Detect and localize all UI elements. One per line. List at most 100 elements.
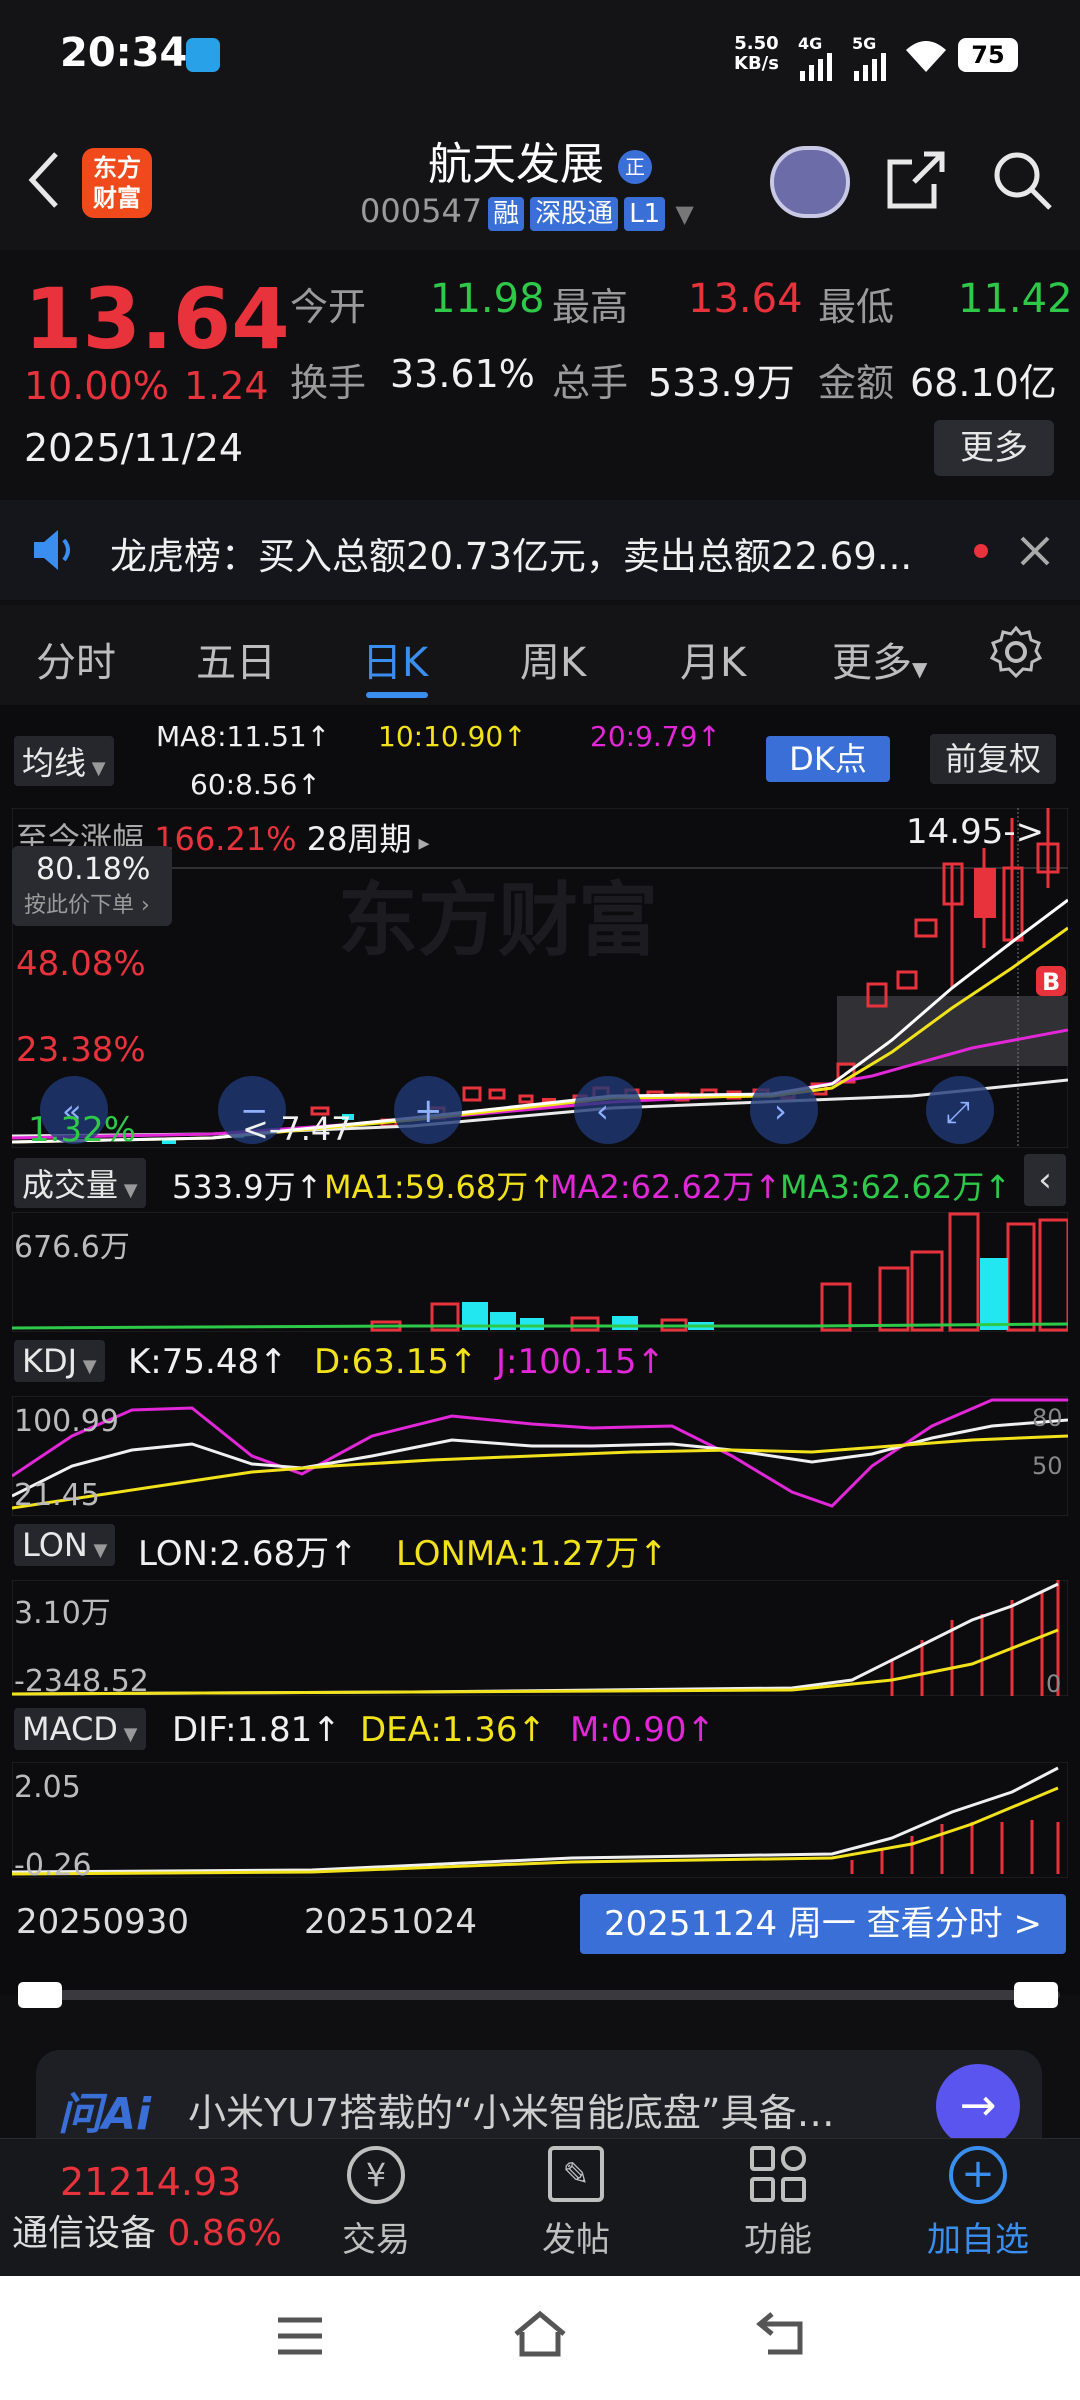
tooltip-hint-label: 按此价下单	[24, 893, 135, 918]
amount-value: 68.10亿	[910, 361, 1057, 405]
tab-five-day[interactable]: 五日	[196, 630, 276, 688]
edit-icon: ✎	[548, 2146, 604, 2202]
volume-axis-top: 676.6万	[14, 1230, 130, 1265]
kdj-ref-80: 80	[1032, 1404, 1063, 1432]
news-text[interactable]: 龙虎榜：买入总额20.73亿元，卖出总额22.69...	[110, 526, 940, 580]
stock-code-line[interactable]: 000547 融深股通 L1 ▼	[360, 192, 694, 231]
chevron-right-icon: ▸	[411, 831, 430, 856]
caret-down-icon: ▼	[77, 1356, 97, 1377]
ai-send-button[interactable]: →	[936, 2064, 1020, 2148]
badge-icon: 正	[618, 150, 652, 184]
gear-icon[interactable]	[988, 624, 1044, 680]
caret-down-icon: ▼	[86, 758, 106, 779]
pct-level-1: 1.32%	[28, 1110, 137, 1150]
tag-connect: 深股通	[530, 197, 619, 231]
nav-trade[interactable]: ¥ 交易	[296, 2146, 456, 2261]
volume-ma1: MA1:59.68万↑	[324, 1168, 556, 1206]
turnover-value: 33.61%	[390, 352, 535, 396]
more-button[interactable]: 更多	[934, 420, 1054, 476]
kdj-k: K:75.48↑	[128, 1342, 288, 1382]
kdj-j: J:100.15↑	[496, 1342, 665, 1382]
tag-margin: 融	[488, 197, 525, 231]
home-icon[interactable]	[510, 2308, 570, 2360]
tab-daily-k[interactable]: 日K	[362, 630, 428, 688]
open-label: 今开	[290, 285, 367, 329]
macd-chart	[12, 1762, 1068, 1878]
high-marker: 14.95->	[906, 812, 1045, 852]
high-value: 13.64	[688, 276, 803, 322]
nav-post[interactable]: ✎ 发帖	[496, 2146, 656, 2261]
tab-intraday[interactable]: 分时	[36, 630, 116, 688]
stock-name: 航天发展	[428, 139, 604, 190]
nav-add-watchlist-label: 加自选	[927, 2220, 1029, 2260]
view-intraday-button[interactable]: 20251124 周一 查看分时 >	[580, 1894, 1066, 1954]
ma-dropdown-label: 均线	[22, 744, 87, 782]
robot-assistant-icon[interactable]	[770, 146, 850, 218]
status-time: 20:34	[60, 30, 188, 76]
nav-functions-label: 功能	[744, 2220, 812, 2260]
active-tab-indicator	[366, 692, 428, 698]
volume-value: 533.9万	[648, 361, 795, 405]
collapse-panel-button[interactable]: ‹	[1024, 1154, 1066, 1206]
macd-axis-top: 2.05	[14, 1770, 81, 1805]
wifi-icon	[906, 41, 946, 72]
chart-scrollbar[interactable]	[20, 1990, 1060, 2000]
ma8-value: MA8:11.51↑	[156, 720, 331, 753]
back-nav-icon[interactable]	[754, 2310, 810, 2358]
grid-icon	[750, 2146, 806, 2202]
signal-5g-icon: 5G	[852, 34, 894, 85]
volume-ma3: MA3:62.62万↑	[780, 1168, 1012, 1206]
macd-dif: DIF:1.81↑	[172, 1710, 341, 1750]
svg-text:‹: ‹	[596, 1092, 609, 1130]
volume-dropdown-label: 成交量	[22, 1166, 119, 1204]
caret-down-icon: ▼	[87, 1540, 108, 1561]
scrollbar-handle-left[interactable]	[18, 1982, 62, 2008]
tab-monthly-k[interactable]: 月K	[680, 630, 746, 688]
kdj-dropdown[interactable]: KDJ ▼	[14, 1340, 105, 1382]
pct-level-48: 48.08%	[16, 944, 146, 984]
scrollbar-handle-right[interactable]	[1014, 1982, 1058, 2008]
volume-label: 总手	[552, 361, 629, 405]
ai-logo-icon: 问Ai	[58, 2089, 152, 2140]
dk-button[interactable]: DK点	[766, 736, 890, 782]
ma20-value: 20:9.79↑	[590, 720, 721, 753]
watermark: 东方财富	[338, 874, 658, 967]
nav-trade-label: 交易	[342, 2220, 410, 2260]
caret-down-icon: ▼	[912, 657, 928, 681]
turnover-label: 换手	[290, 361, 367, 405]
macd-axis-bottom: -0.26	[14, 1848, 92, 1883]
close-icon[interactable]	[1018, 534, 1052, 568]
index-ticker[interactable]: 21214.93 通信设备 0.86%	[12, 2160, 282, 2256]
chevron-down-icon: ▼	[675, 200, 694, 228]
macd-dea: DEA:1.36↑	[360, 1710, 546, 1750]
signal-5g-label: 5G	[852, 34, 877, 53]
tab-weekly-k[interactable]: 周K	[520, 630, 586, 688]
lonma-value: LONMA:1.27万↑	[396, 1534, 668, 1574]
tooltip-pct: 80.18%	[36, 852, 151, 887]
tab-more[interactable]: 更多▼	[832, 630, 927, 688]
ma-dropdown[interactable]: 均线 ▼	[14, 736, 114, 786]
volume-dropdown[interactable]: 成交量 ▼	[14, 1158, 146, 1208]
lon-chart	[12, 1580, 1068, 1696]
quote-date: 2025/11/24	[24, 426, 244, 470]
last-price: 13.64	[24, 270, 290, 368]
lon-dropdown[interactable]: LON ▼	[14, 1524, 116, 1566]
share-icon[interactable]	[884, 148, 948, 212]
svg-text:›: ›	[774, 1092, 787, 1130]
nav-functions[interactable]: 功能	[698, 2146, 858, 2261]
price-tooltip[interactable]: 80.18% 按此价下单 ›	[12, 846, 172, 926]
macd-dropdown[interactable]: MACD ▼	[14, 1708, 146, 1750]
menu-icon[interactable]	[274, 2314, 326, 2358]
trade-icon: ¥	[347, 2146, 405, 2204]
pct-level-23: 23.38%	[16, 1030, 146, 1070]
high-label: 最高	[552, 285, 629, 329]
adjust-button[interactable]: 前复权	[930, 734, 1056, 784]
low-label: 最低	[818, 285, 895, 329]
tag-level: L1	[624, 197, 666, 231]
search-icon[interactable]	[990, 148, 1054, 212]
nav-add-watchlist[interactable]: + 加自选	[898, 2146, 1058, 2261]
ai-prompt-text[interactable]: 小米YU7搭载的“小米智能底盘”具备…	[188, 2082, 908, 2137]
date-axis-start: 20250930	[16, 1902, 190, 1942]
lon-axis-bottom: -2348.52	[14, 1664, 149, 1699]
signal-4g-label: 4G	[798, 34, 823, 53]
